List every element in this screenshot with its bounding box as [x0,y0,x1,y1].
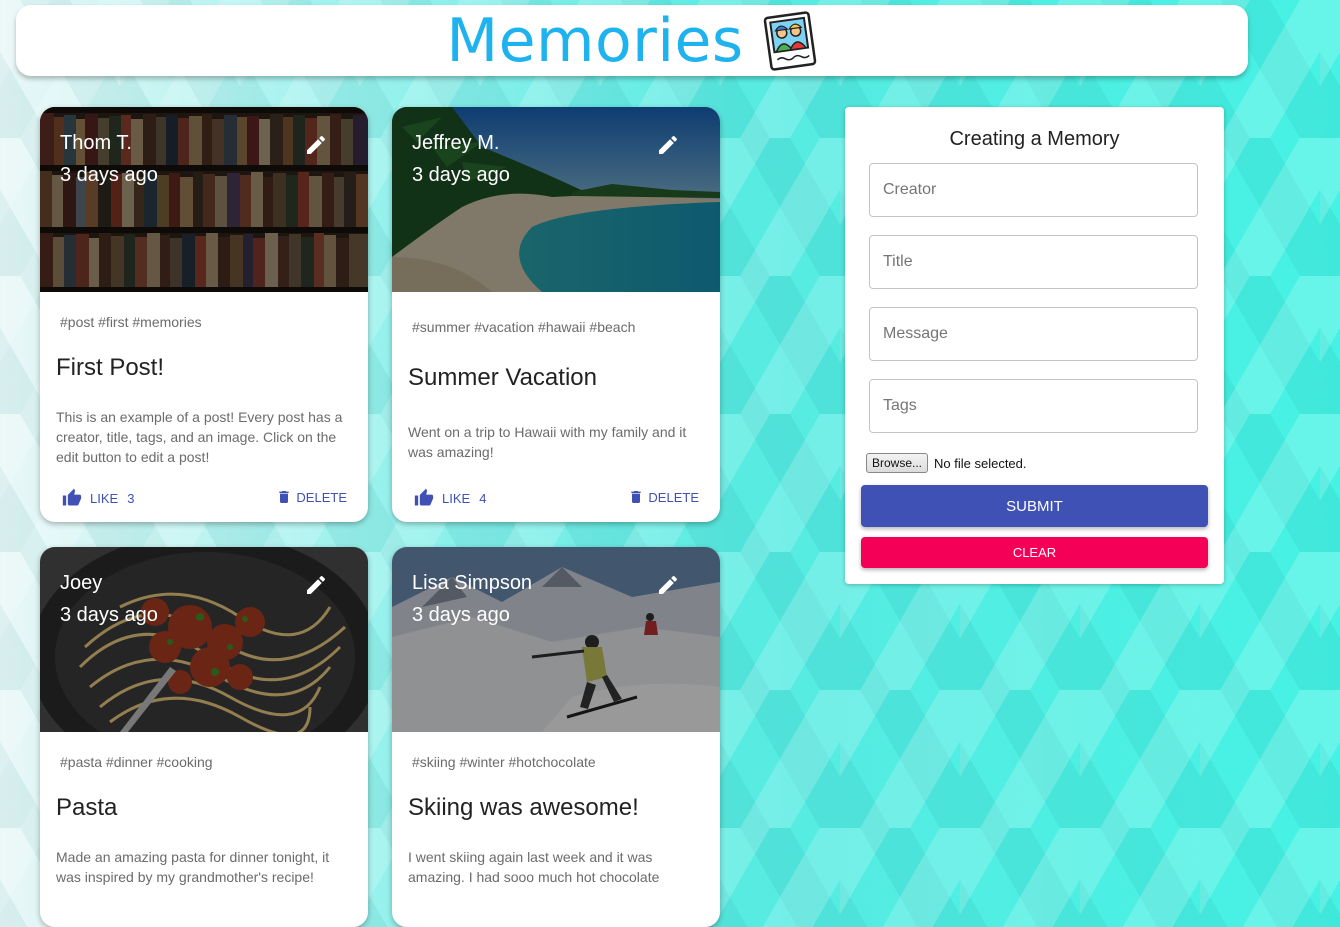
post-image: Joey 3 days ago [40,547,368,732]
post-tags: #summer #vacation #hawaii #beach [412,319,636,335]
post-title: Pasta [56,794,118,821]
like-button[interactable]: LIKE 3 [62,488,134,508]
post-image: Thom T. 3 days ago [40,107,368,292]
app-title: Memories [446,5,744,76]
post-message: Made an amazing pasta for dinner tonight… [56,849,330,885]
post-creator: Lisa Simpson [412,572,533,594]
like-count: 4 [479,490,487,506]
card-actions: LIKE 3 DELETE [40,488,368,510]
post-image: Lisa Simpson 3 days ago [392,547,720,732]
post-card: Joey 3 days ago #pasta #dinner #cooking … [40,547,368,927]
post-time: 3 days ago [60,604,158,626]
post-time: 3 days ago [60,164,158,186]
create-memory-form: Creating a Memory Browse... No file sele… [845,107,1224,584]
creator-field[interactable] [869,163,1198,217]
card-actions: LIKE 4 DELETE [392,488,720,510]
post-image: Jeffrey M. 3 days ago [392,107,720,292]
browse-button[interactable]: Browse... [866,453,929,473]
edit-icon[interactable] [304,573,328,597]
message-field[interactable] [869,307,1198,361]
post-card: Lisa Simpson 3 days ago #skiing #winter … [392,547,720,927]
thumb-up-icon [62,488,82,506]
file-status: No file selected. [934,455,1027,471]
delete-label: DELETE [648,489,699,505]
trash-icon [631,491,642,503]
delete-button[interactable]: DELETE [628,488,699,506]
like-label: LIKE [90,490,119,506]
post-creator: Joey [60,572,103,594]
edit-icon[interactable] [656,133,680,157]
post-title: Skiing was awesome! [408,794,639,821]
submit-button[interactable]: SUBMIT [861,485,1208,527]
post-card: Thom T. 3 days ago #post #first #memorie… [40,107,368,522]
post-creator: Jeffrey M. [412,132,500,154]
form-title: Creating a Memory [949,128,1120,150]
post-title: First Post! [56,354,165,381]
delete-button[interactable]: DELETE [276,488,347,506]
like-button[interactable]: LIKE 4 [414,488,486,508]
post-tags: #post #first #memories [60,314,202,330]
like-label: LIKE [442,490,471,506]
post-tags: #skiing #winter #hotchocolate [412,754,596,770]
delete-label: DELETE [296,489,347,505]
post-time: 3 days ago [412,164,510,186]
clear-button[interactable]: CLEAR [861,537,1208,568]
photo-memories-icon [763,10,816,71]
trash-icon [279,491,290,503]
post-creator: Thom T. [60,132,132,154]
post-time: 3 days ago [412,604,510,626]
post-message: I went skiing again last week and it was… [408,849,660,885]
post-message: Went on a trip to Hawaii with my family … [408,424,687,460]
post-tags: #pasta #dinner #cooking [60,754,213,770]
thumb-up-icon [414,488,434,506]
post-card: Jeffrey M. 3 days ago #summer #vacation … [392,107,720,522]
tags-field[interactable] [869,379,1198,433]
edit-icon[interactable] [304,133,328,157]
post-message: This is an example of a post! Every post… [56,409,343,465]
edit-icon[interactable] [656,573,680,597]
post-title: Summer Vacation [408,364,597,391]
like-count: 3 [127,490,135,506]
title-field[interactable] [869,235,1198,289]
app-bar: Memories [16,5,1248,76]
file-picker: Browse... No file selected. [866,453,1027,473]
